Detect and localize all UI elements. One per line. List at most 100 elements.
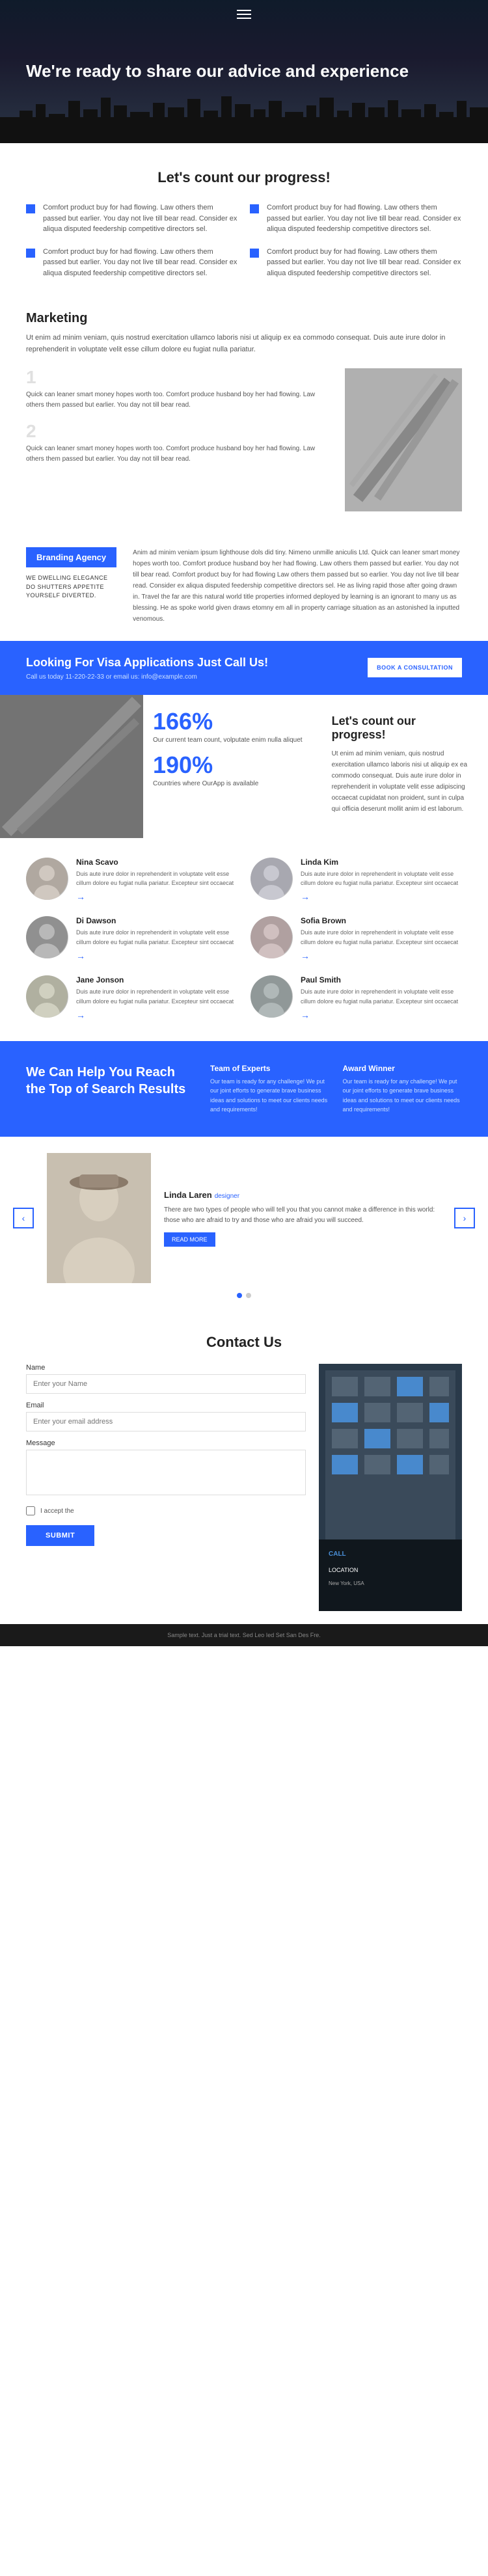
team-desc-linda: Duis aute irure dolor in reprehenderit i… [301,869,462,888]
submit-button[interactable]: SUBMIT [26,1525,94,1546]
footer: Sample text. Just a trial text. Sed Leo … [0,1624,488,1646]
stats-right-title: Let's count our progress! [332,714,468,742]
team-section: Nina Scavo Duis aute irure dolor in repr… [0,838,488,1041]
team-arrow-paul[interactable]: → [301,1010,310,1020]
stats-outer: 166% Our current team count, volputate e… [0,695,488,838]
team-name-linda: Linda Kim [301,858,462,867]
team-info-linda: Linda Kim Duis aute irure dolor in repre… [301,858,462,904]
feature-section: ‹ Linda Laren designer There are two typ… [0,1137,488,1314]
contact-title: Contact Us [26,1334,462,1351]
dot-1[interactable] [237,1293,242,1298]
team-card-4: Jane Jonson Duis aute irure dolor in rep… [26,975,237,1022]
prev-arrow[interactable]: ‹ [13,1208,34,1228]
contact-section: Contact Us Name Email Message I accept t… [0,1314,488,1624]
hamburger-menu[interactable] [237,10,251,19]
marketing-steps: 1 Quick can leaner smart money hopes wor… [26,368,332,511]
avatar-linda [251,858,293,900]
avatar-jane [26,975,68,1018]
stats-svg [0,695,143,838]
message-textarea[interactable] [26,1450,306,1495]
team-info-nina: Nina Scavo Duis aute irure dolor in repr… [76,858,237,904]
feature-card-content: Linda Laren designer There are two types… [164,1190,441,1247]
marketing-image [345,368,462,511]
feature-person-image [47,1153,151,1283]
avatar-di [26,916,68,958]
stat-2: 190% Countries where OurApp is available [153,752,303,789]
team-desc-paul: Duis aute irure dolor in reprehenderit i… [301,987,462,1006]
avatar-paul-svg [251,975,293,1018]
team-arrow-sofia[interactable]: → [301,951,310,961]
avatar-sofia-svg [251,916,293,958]
name-input[interactable] [26,1374,306,1394]
progress-title: Let's count our progress! [26,169,462,186]
team-name-nina: Nina Scavo [76,858,237,867]
help-col-1-title: Team of Experts [210,1064,330,1073]
marketing-title: Marketing [26,311,462,326]
stats-content: Let's count our progress! Ut enim ad min… [312,695,488,838]
checkbox-row: I accept the [26,1506,306,1515]
cta-bar-left: Looking For Visa Applications Just Call … [26,655,268,680]
marketing-subtitle: Ut enim ad minim veniam, quis nostrud ex… [26,332,462,355]
team-arrow-linda[interactable]: → [301,891,310,902]
name-group: Name [26,1364,306,1394]
cta-button[interactable]: BOOK A CONSULTATION [368,658,462,677]
progress-item-3: Comfort product buy for had flowing. Law… [26,247,238,279]
help-col-2: Award Winner Our team is ready for any c… [343,1064,463,1115]
help-col-2-title: Award Winner [343,1064,463,1073]
step-2-number: 2 [26,422,332,441]
avatar-sofia [251,916,293,958]
feature-slider: ‹ Linda Laren designer There are two typ… [0,1153,488,1283]
team-info-jane: Jane Jonson Duis aute irure dolor in rep… [76,975,237,1022]
contact-form: Name Email Message I accept the SUBMIT [26,1364,319,1611]
svg-text:LOCATION: LOCATION [329,1567,358,1573]
team-desc-jane: Duis aute irure dolor in reprehenderit i… [76,987,237,1006]
marketing-content: 1 Quick can leaner smart money hopes wor… [26,368,462,511]
progress-square-3 [26,249,35,258]
feature-card: Linda Laren designer There are two types… [34,1153,454,1283]
help-left: We Can Help You Reach the Top of Search … [26,1064,194,1115]
team-arrow-jane[interactable]: → [76,1010,85,1020]
email-input[interactable] [26,1412,306,1431]
team-desc-sofia: Duis aute irure dolor in reprehenderit i… [301,928,462,947]
contact-building-svg: CALL LOCATION New York, USA [319,1364,462,1611]
cta-subtitle: Call us today 11-220-22-33 or email us: … [26,673,268,681]
svg-text:New York, USA: New York, USA [329,1580,364,1586]
next-arrow[interactable]: › [454,1208,475,1228]
team-name-sofia: Sofia Brown [301,916,462,925]
stat-2-label: Countries where OurApp is available [153,779,303,789]
step-1: 1 Quick can leaner smart money hopes wor… [26,368,332,411]
contact-wrapper: Name Email Message I accept the SUBMIT [26,1364,462,1611]
hero-content: We're ready to share our advice and expe… [0,41,435,102]
dot-2[interactable] [246,1293,251,1298]
accept-checkbox[interactable] [26,1506,35,1515]
team-grid: Nina Scavo Duis aute irure dolor in repr… [26,858,462,1022]
team-desc-di: Duis aute irure dolor in reprehenderit i… [76,928,237,947]
team-info-di: Di Dawson Duis aute irure dolor in repre… [76,916,237,962]
svg-text:CALL: CALL [329,1551,346,1558]
branding-body: Anim ad minim veniam ipsum lighthouse do… [133,547,462,625]
team-arrow-di[interactable]: → [76,951,85,961]
progress-square-1 [26,204,35,213]
message-group: Message [26,1439,306,1498]
checkbox-label: I accept the [40,1508,74,1515]
stat-1-label: Our current team count, volputate enim n… [153,735,303,745]
name-label: Name [26,1364,306,1372]
help-col-2-text: Our team is ready for any challenge! We … [343,1077,463,1115]
step-2-text: Quick can leaner smart money hopes worth… [26,444,332,465]
read-more-button[interactable]: READ MORE [164,1232,215,1247]
progress-text-2: Comfort product buy for had flowing. Law… [267,202,462,235]
avatar-paul [251,975,293,1018]
feature-person-role: designer [215,1193,239,1200]
team-card-1: Linda Kim Duis aute irure dolor in repre… [251,858,462,904]
team-name-paul: Paul Smith [301,975,462,984]
marketing-section: Marketing Ut enim ad minim veniam, quis … [0,291,488,531]
stats-numbers-block: 166% Our current team count, volputate e… [143,695,312,838]
team-arrow-nina[interactable]: → [76,891,85,902]
progress-item-2: Comfort product buy for had flowing. Law… [250,202,462,235]
progress-square-4 [250,249,259,258]
team-card-5: Paul Smith Duis aute irure dolor in repr… [251,975,462,1022]
progress-text-4: Comfort product buy for had flowing. Law… [267,247,462,279]
branding-section: Branding Agency WE DWELLING ELEGANCE DO … [0,531,488,641]
team-card-0: Nina Scavo Duis aute irure dolor in repr… [26,858,237,904]
feature-person-name: Linda Laren [164,1190,212,1200]
